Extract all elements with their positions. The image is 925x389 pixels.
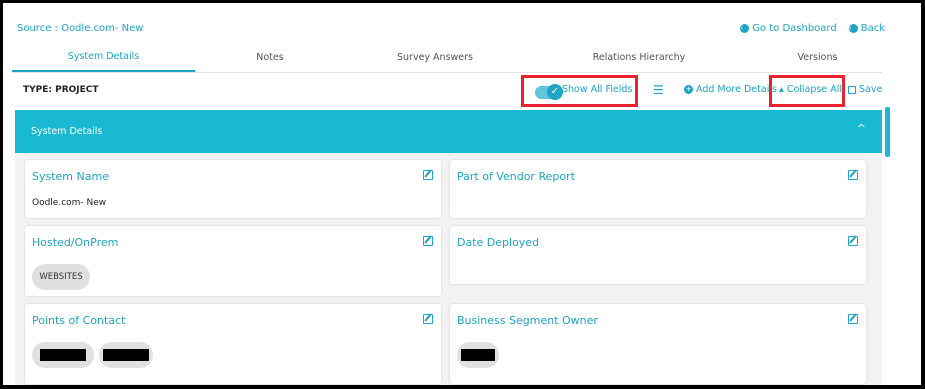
section-title: System Details: [31, 126, 103, 137]
scrollbar[interactable]: [885, 107, 890, 157]
tab-bar: System Details Notes Survey Answers Rela…: [12, 43, 882, 73]
owner-chip: [457, 342, 499, 368]
tab-system-details[interactable]: System Details: [12, 43, 195, 72]
edit-icon[interactable]: [423, 236, 433, 246]
go-to-dashboard-link[interactable]: ‹ Go to Dashboard: [740, 23, 837, 34]
edit-icon[interactable]: [848, 236, 858, 246]
field-value: Oodle.com- New: [32, 198, 107, 208]
edit-icon[interactable]: [848, 170, 858, 180]
edit-icon[interactable]: [848, 314, 858, 324]
arrow-left-circle-icon: ‹: [740, 24, 750, 33]
go-to-dashboard-label: Go to Dashboard: [752, 23, 837, 34]
field-card-business-segment-owner: Business Segment Owner: [450, 304, 866, 384]
tab-versions[interactable]: Versions: [753, 43, 882, 72]
edit-icon[interactable]: [423, 170, 433, 180]
highlight-box-show-all-fields: [521, 75, 638, 107]
source-label: Source : Oodle.com- New: [17, 23, 144, 34]
contact-chip: [32, 342, 94, 368]
field-label: Part of Vendor Report: [457, 170, 575, 183]
add-more-details-label: Add More Details: [696, 84, 777, 95]
chip-websites: WEBSITES: [32, 264, 90, 290]
field-card-hosted-onprem: Hosted/OnPrem WEBSITES: [25, 226, 441, 296]
redacted-block: [461, 349, 495, 361]
chevron-up-icon[interactable]: ^: [857, 122, 866, 135]
save-label: Save: [859, 84, 883, 95]
top-links: ‹ Go to Dashboard ‹ Back: [740, 23, 885, 34]
field-card-points-of-contact: Points of Contact: [25, 304, 441, 384]
tab-relations-hierarchy[interactable]: Relations Hierarchy: [525, 43, 753, 72]
app-frame: Source : Oodle.com- New ‹ Go to Dashboar…: [3, 3, 921, 385]
plus-circle-icon: +: [684, 85, 693, 94]
tab-notes[interactable]: Notes: [195, 43, 345, 72]
back-label: Back: [860, 23, 885, 34]
section-header-system-details[interactable]: System Details ^: [15, 110, 882, 153]
edit-icon[interactable]: [423, 314, 433, 324]
arrow-left-circle-icon: ‹: [848, 24, 858, 33]
menu-icon[interactable]: ☰: [653, 83, 664, 97]
redacted-block: [103, 349, 149, 361]
field-card-system-name: System Name Oodle.com- New: [25, 160, 441, 218]
add-more-details-button[interactable]: + Add More Details: [684, 84, 777, 95]
contact-chip: [99, 342, 153, 368]
redacted-block: [40, 349, 86, 361]
fields-container: System Name Oodle.com- New Part of Vendo…: [15, 153, 882, 385]
field-label: System Name: [32, 170, 109, 183]
field-label: Points of Contact: [32, 314, 126, 327]
highlight-box-collapse-all: [769, 75, 845, 107]
tab-survey-answers[interactable]: Survey Answers: [345, 43, 525, 72]
field-label: Hosted/OnPrem: [32, 236, 119, 249]
back-link[interactable]: ‹ Back: [848, 23, 885, 34]
type-label: TYPE: PROJECT: [23, 85, 99, 95]
save-button[interactable]: Save: [848, 84, 882, 95]
field-label: Date Deployed: [457, 236, 540, 249]
save-icon: [848, 85, 856, 94]
field-card-part-of-vendor-report: Part of Vendor Report: [450, 160, 866, 218]
field-label: Business Segment Owner: [457, 314, 598, 327]
field-card-date-deployed: Date Deployed: [450, 226, 866, 284]
